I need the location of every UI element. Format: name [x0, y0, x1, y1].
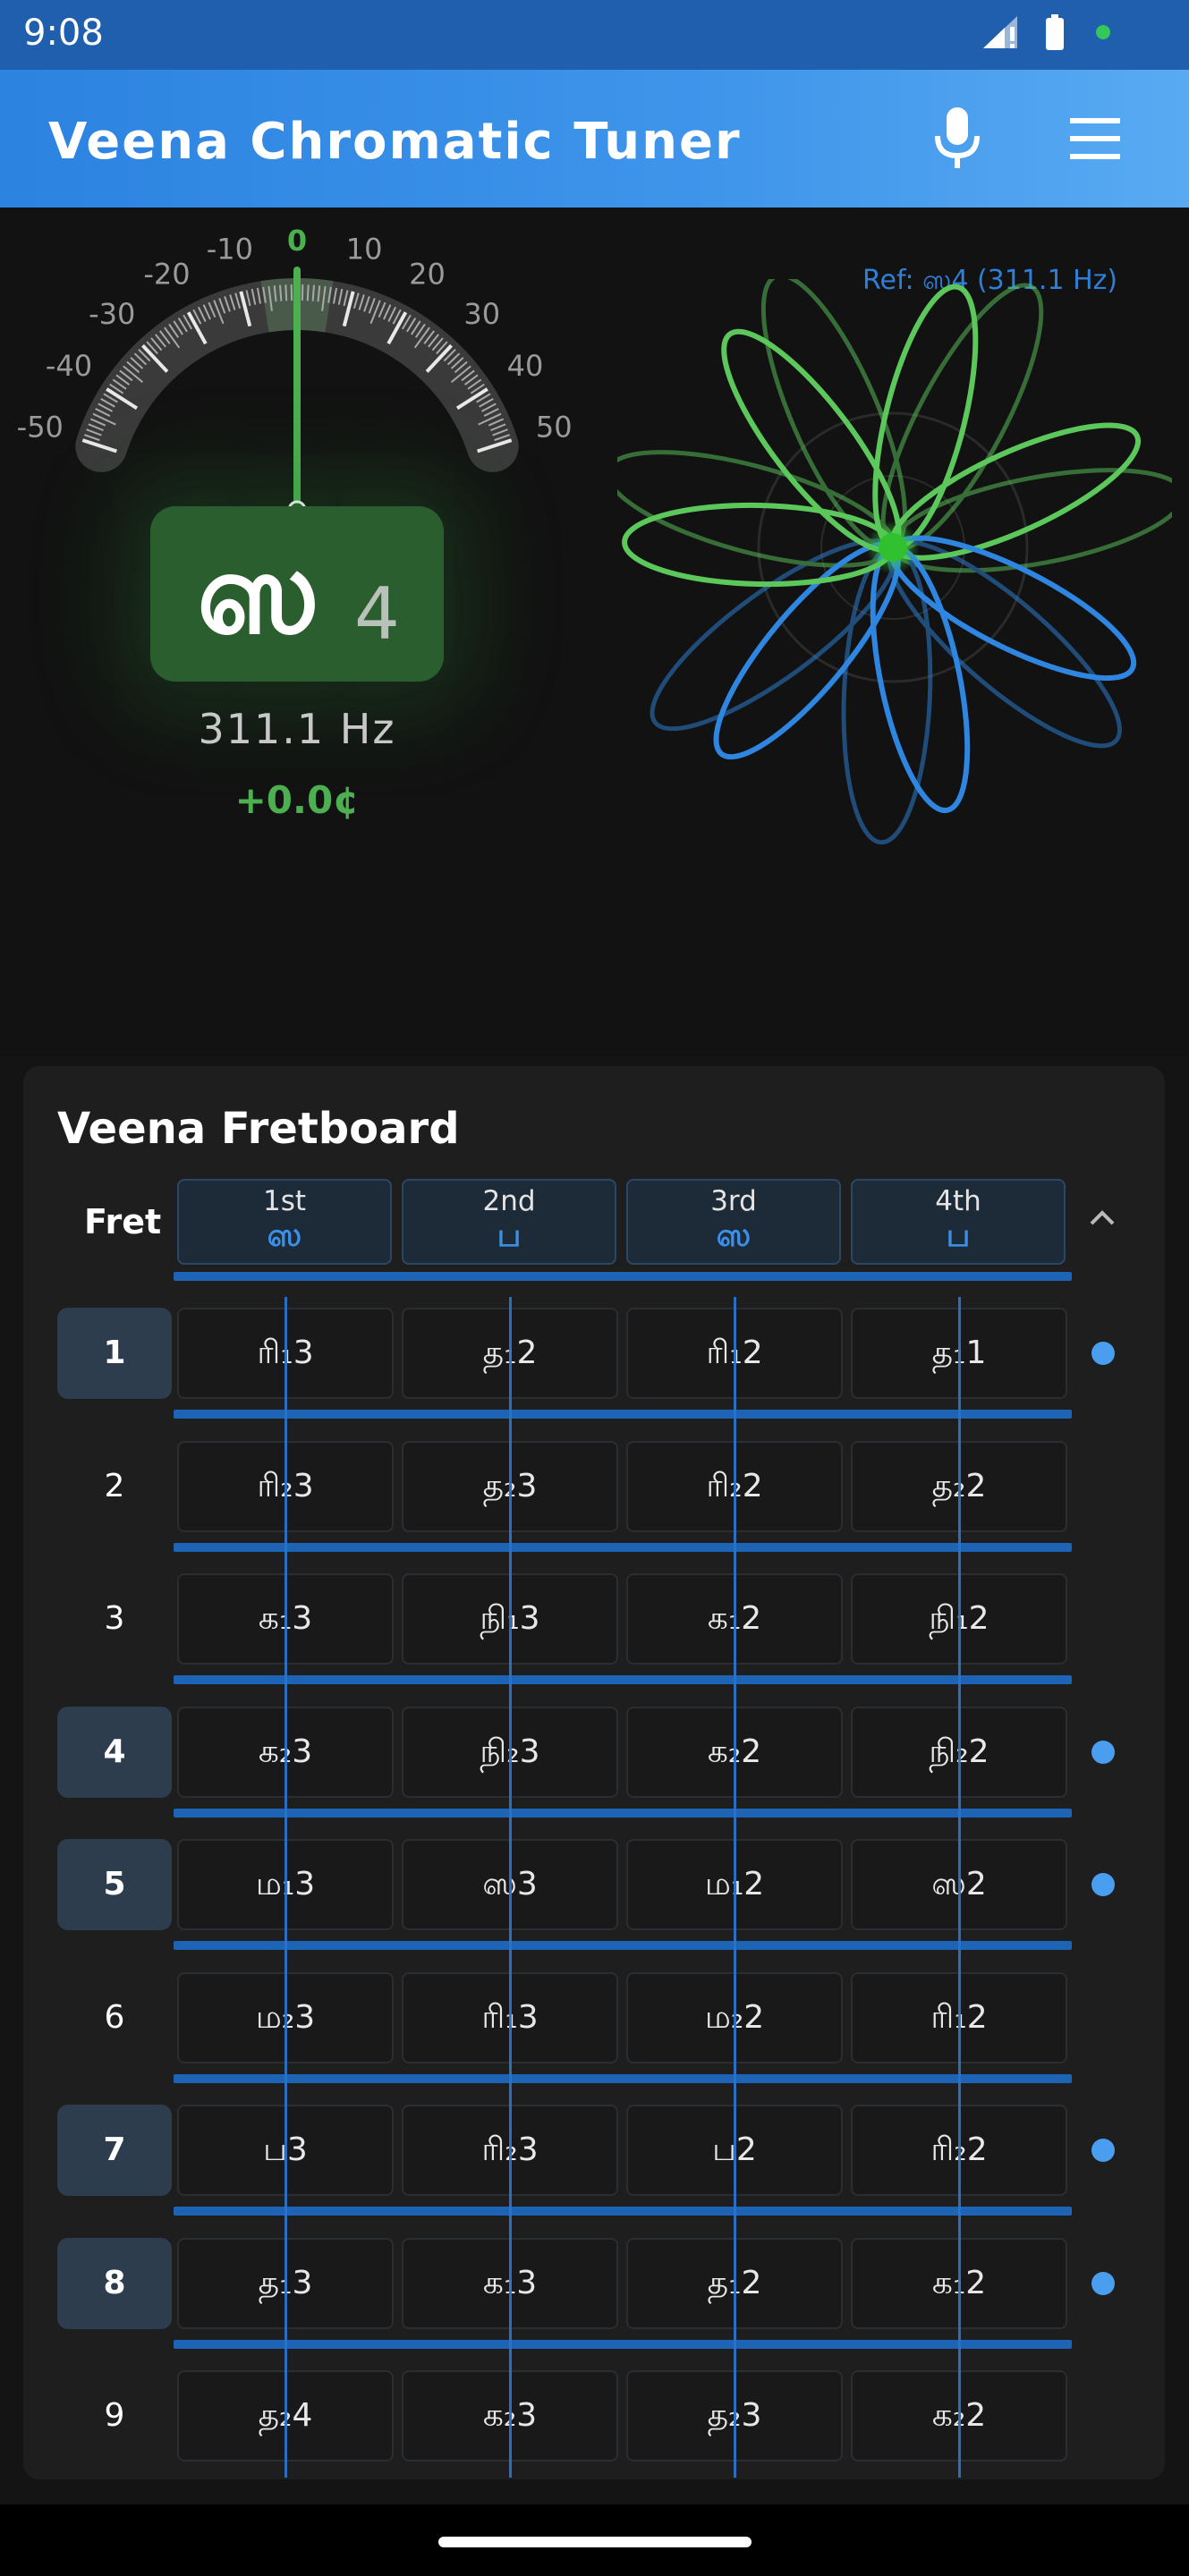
gauge-tick-label: 0	[287, 224, 307, 258]
fret-bar	[174, 1941, 1072, 1950]
fretboard-title: Veena Fretboard	[57, 1104, 460, 1154]
fret-number: 7	[57, 2105, 172, 2196]
microphone-icon	[935, 107, 980, 168]
string-note: ப	[946, 1217, 971, 1254]
note-name: ஸ	[197, 527, 320, 660]
gauge-tick-label: -30	[89, 297, 135, 331]
system-navigation-bar	[0, 2504, 1189, 2576]
string-header-3[interactable]: 3rd ஸ	[626, 1179, 841, 1265]
visualizer-petal	[841, 545, 933, 845]
frequency-readout: 311.1 Hz	[198, 705, 396, 753]
fret-bar	[174, 2207, 1072, 2216]
string-note: ஸ	[716, 1217, 752, 1254]
gauge-tick-label: 10	[346, 232, 383, 266]
string-line-3	[734, 1297, 736, 2478]
battery-icon	[1046, 14, 1064, 50]
gauge-tick-label: 20	[409, 257, 446, 291]
gauge-tick	[279, 284, 283, 301]
string-header-1[interactable]: 1st ஸ	[177, 1179, 392, 1265]
fret-marker-dot	[1091, 1740, 1115, 1764]
collapse-button[interactable]	[1084, 1200, 1120, 1236]
fret-bar	[174, 1808, 1072, 1818]
fret-number: 2	[104, 1467, 125, 1504]
fret-bar	[174, 2339, 1072, 2349]
fret-marker-dot	[1091, 1342, 1115, 1365]
gauge-tick-label: 50	[536, 411, 573, 445]
lissajous-visualizer	[617, 279, 1172, 845]
app-bar: Veena Chromatic Tuner	[0, 70, 1189, 208]
string-line-4	[958, 1297, 961, 2478]
gauge-tick-label: -20	[143, 257, 190, 291]
gauge-tick-label: 30	[463, 297, 500, 331]
fret-number: 6	[104, 1998, 125, 2036]
status-icons	[983, 14, 1110, 50]
string-note: ஸ	[267, 1217, 302, 1254]
string-ordinal: 2nd	[482, 1185, 536, 1217]
fret-number: 3	[104, 1600, 125, 1637]
detected-note-display: ஸ 4	[150, 506, 444, 682]
fret-marker-dot	[1091, 2271, 1115, 2295]
string-header-2[interactable]: 2nd ப	[402, 1179, 616, 1265]
home-gesture-handle[interactable]	[438, 2537, 752, 2547]
gauge-tick	[285, 284, 288, 301]
fretboard-card: Veena Fretboard Fret 1st ஸ 2nd ப 3rd ஸ 4…	[23, 1066, 1165, 2479]
fret-bar	[174, 2073, 1072, 2083]
tuner-panel: -50 -40 -30 -20 -10 0 10 20 30 40 50 ஸ 4 311.1 Hz …	[0, 208, 1189, 1057]
menu-button[interactable]	[1068, 114, 1122, 163]
status-time: 9:08	[23, 13, 104, 54]
fret-marker-dot	[1091, 1873, 1115, 1896]
microphone-button[interactable]	[930, 106, 984, 172]
signal-icon	[983, 16, 1017, 48]
status-bar: 9:08	[0, 0, 1189, 70]
fret-number: 1	[57, 1308, 172, 1399]
gauge-tick	[311, 284, 315, 301]
string-header-4[interactable]: 4th ப	[851, 1179, 1066, 1265]
fret-number: 8	[57, 2237, 172, 2329]
string-ordinal: 3rd	[710, 1185, 757, 1217]
fret-bar	[174, 1410, 1072, 1419]
gauge-tick-label: -40	[46, 349, 92, 383]
fret-bar	[174, 1542, 1072, 1552]
chevron-up-icon	[1090, 1210, 1115, 1225]
cents-readout: +0.0¢	[234, 778, 360, 822]
app-title: Veena Chromatic Tuner	[48, 113, 742, 171]
hamburger-menu-icon	[1070, 118, 1120, 159]
fret-number: 9	[104, 2397, 125, 2434]
gauge-tick-label: 40	[507, 349, 544, 383]
string-ordinal: 1st	[262, 1185, 307, 1217]
nut-bar	[174, 1272, 1072, 1281]
fret-number: 5	[57, 1839, 172, 1930]
string-note: ப	[497, 1217, 522, 1254]
string-ordinal: 4th	[935, 1185, 981, 1217]
string-line-1	[285, 1297, 287, 2478]
gauge-tick-label: -50	[17, 411, 64, 445]
gauge-tick	[306, 284, 310, 301]
fret-number: 4	[57, 1706, 172, 1798]
fret-marker-dot	[1091, 2139, 1115, 2162]
privacy-indicator-dot	[1096, 25, 1110, 39]
fret-column-label: Fret	[84, 1202, 162, 1241]
note-octave: 4	[354, 572, 400, 656]
string-line-2	[509, 1297, 512, 2478]
gauge-tick-label: -10	[207, 232, 253, 266]
fret-bar	[174, 1675, 1072, 1684]
